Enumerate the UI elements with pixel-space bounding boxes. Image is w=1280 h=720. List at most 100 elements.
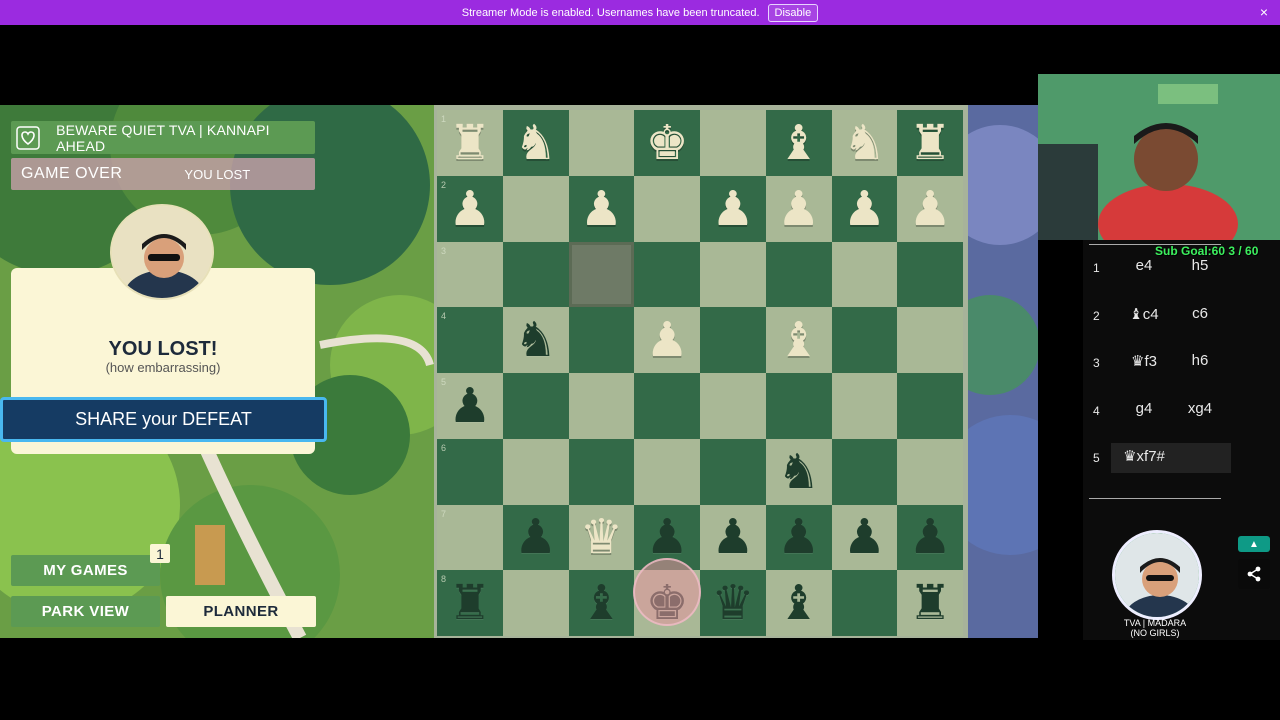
board-square[interactable]: ♜: [897, 570, 963, 636]
move-row[interactable]: 4 g4 xg4: [1083, 396, 1233, 426]
park-view-button[interactable]: PARK VIEW: [11, 596, 160, 627]
move-row[interactable]: 5 ♛xf7#: [1083, 443, 1233, 474]
opponent-avatar[interactable]: [1112, 530, 1202, 620]
board-square[interactable]: 8 ♜: [437, 570, 503, 636]
board-square[interactable]: [568, 307, 635, 373]
board-square[interactable]: [831, 307, 898, 373]
board-square[interactable]: ♟: [831, 175, 898, 242]
board-square[interactable]: [568, 438, 635, 505]
board-square[interactable]: 3: [437, 241, 503, 308]
board-square[interactable]: 1 ♜: [437, 110, 503, 176]
chess-board[interactable]: 1♜♞♚♝♞♜2♟♟♟♟♟♟34♞♟♝5♟6♞7♟♛♟♟♟♟♟8♜♝♚♛♝♜: [437, 110, 963, 636]
white-pawn-icon[interactable]: ♟: [766, 176, 832, 242]
board-square[interactable]: [700, 110, 766, 176]
board-square[interactable]: ♞: [502, 110, 569, 176]
collapse-up-button[interactable]: ▲: [1238, 536, 1270, 552]
board-square[interactable]: [634, 373, 700, 439]
black-pawn-icon[interactable]: ♟: [503, 505, 569, 571]
move-row[interactable]: 1 e4 h5: [1083, 253, 1233, 283]
black-queen-icon[interactable]: ♛: [700, 570, 766, 636]
board-square[interactable]: [568, 110, 635, 176]
white-pawn-icon[interactable]: ♟: [437, 176, 503, 242]
board-square[interactable]: 2 ♟: [437, 175, 503, 242]
white-pawn-icon[interactable]: ♟: [569, 176, 635, 242]
board-square[interactable]: [634, 241, 700, 308]
board-square[interactable]: ♟: [502, 504, 569, 571]
black-pawn-icon[interactable]: ♟: [437, 373, 503, 439]
board-square[interactable]: ♛: [568, 504, 635, 571]
white-king-icon[interactable]: ♚: [634, 110, 700, 176]
board-square[interactable]: ♞: [765, 438, 832, 505]
board-square[interactable]: ♞: [502, 307, 569, 373]
board-square[interactable]: ♟: [765, 175, 832, 242]
my-games-button[interactable]: MY GAMES: [11, 555, 160, 586]
board-square[interactable]: [700, 373, 766, 439]
board-square[interactable]: ♜: [897, 110, 963, 176]
board-square[interactable]: ♟: [634, 307, 700, 373]
white-pawn-icon[interactable]: ♟: [897, 176, 963, 242]
board-square[interactable]: 7: [437, 504, 503, 571]
board-square[interactable]: ♝: [765, 570, 832, 636]
board-square[interactable]: ♚: [634, 110, 700, 176]
board-square[interactable]: [897, 438, 963, 505]
board-square[interactable]: 6: [437, 438, 503, 505]
board-square[interactable]: ♝: [568, 570, 635, 636]
board-square[interactable]: 5 ♟: [437, 373, 503, 439]
black-pawn-icon[interactable]: ♟: [832, 505, 898, 571]
black-knight-icon[interactable]: ♞: [766, 439, 832, 505]
white-queen-icon[interactable]: ♛: [569, 505, 635, 571]
black-rook-icon[interactable]: ♜: [897, 570, 963, 636]
board-square[interactable]: [831, 570, 898, 636]
board-square[interactable]: [502, 175, 569, 242]
move-row[interactable]: 3 ♛f3 h6: [1083, 348, 1233, 378]
board-square[interactable]: [897, 373, 963, 439]
board-square[interactable]: ♞: [831, 110, 898, 176]
board-square[interactable]: [831, 241, 898, 308]
board-square[interactable]: [897, 307, 963, 373]
board-square[interactable]: [831, 373, 898, 439]
board-square[interactable]: [502, 570, 569, 636]
board-square[interactable]: 4: [437, 307, 503, 373]
board-square[interactable]: ♟: [897, 175, 963, 242]
board-square[interactable]: [897, 241, 963, 308]
board-square[interactable]: ♟: [568, 175, 635, 242]
board-square[interactable]: [634, 175, 700, 242]
heart-icon[interactable]: [11, 121, 44, 154]
board-square[interactable]: ♝: [765, 307, 832, 373]
black-pawn-icon[interactable]: ♟: [897, 505, 963, 571]
black-pawn-icon[interactable]: ♟: [766, 505, 832, 571]
board-square[interactable]: ♝: [765, 110, 832, 176]
white-rook-icon[interactable]: ♜: [897, 110, 963, 176]
board-square[interactable]: ♟: [897, 504, 963, 571]
board-square[interactable]: [831, 438, 898, 505]
move-row[interactable]: 2 ♝c4 c6: [1083, 301, 1233, 331]
board-square[interactable]: ♟: [700, 504, 766, 571]
white-pawn-icon[interactable]: ♟: [634, 307, 700, 373]
black-rook-icon[interactable]: ♜: [437, 570, 503, 636]
share-button[interactable]: [1238, 559, 1270, 589]
black-pawn-icon[interactable]: ♟: [700, 505, 766, 571]
black-bishop-icon[interactable]: ♝: [766, 570, 832, 636]
board-square[interactable]: [765, 373, 832, 439]
white-bishop-icon[interactable]: ♝: [766, 110, 832, 176]
board-square[interactable]: [700, 307, 766, 373]
white-rook-icon[interactable]: ♜: [437, 110, 503, 176]
white-knight-icon[interactable]: ♞: [503, 110, 569, 176]
board-square[interactable]: [502, 241, 569, 308]
planner-button[interactable]: PLANNER: [166, 596, 316, 627]
board-square[interactable]: ♛: [700, 570, 766, 636]
white-knight-icon[interactable]: ♞: [832, 110, 898, 176]
share-defeat-button[interactable]: SHARE your DEFEAT: [0, 397, 327, 442]
black-bishop-icon[interactable]: ♝: [569, 570, 635, 636]
black-knight-icon[interactable]: ♞: [503, 307, 569, 373]
board-square[interactable]: ♟: [831, 504, 898, 571]
white-bishop-icon[interactable]: ♝: [766, 307, 832, 373]
disable-streamer-mode-button[interactable]: Disable: [767, 3, 819, 22]
white-pawn-icon[interactable]: ♟: [832, 176, 898, 242]
white-pawn-icon[interactable]: ♟: [700, 176, 766, 242]
board-square[interactable]: [502, 438, 569, 505]
board-square[interactable]: [765, 241, 832, 308]
close-icon[interactable]: ×: [1260, 4, 1268, 20]
board-square[interactable]: ♟: [700, 175, 766, 242]
board-square[interactable]: [502, 373, 569, 439]
